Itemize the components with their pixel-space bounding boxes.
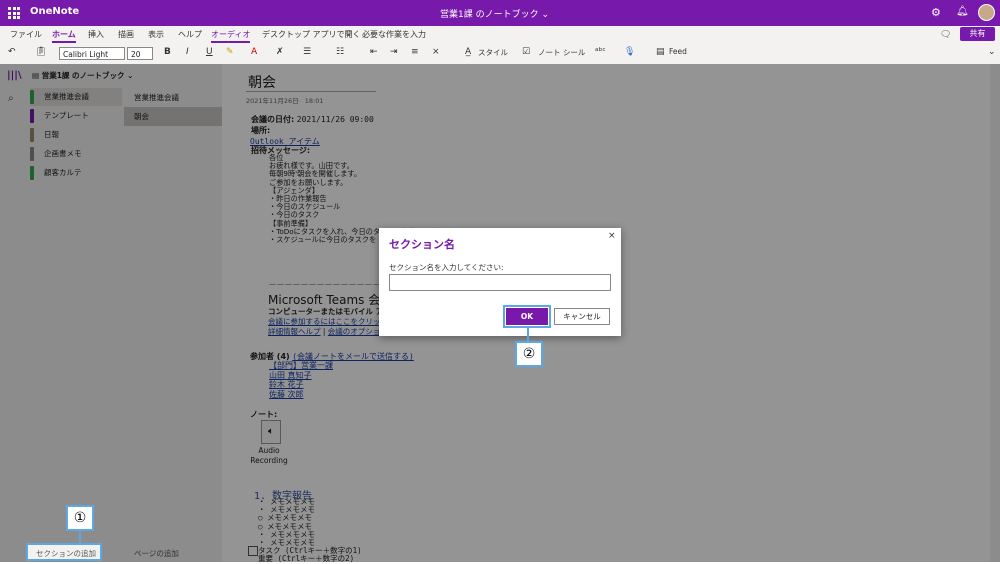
clear-format-icon[interactable]: ✗ bbox=[276, 47, 284, 57]
indent-icon[interactable]: ⇥ bbox=[390, 47, 398, 57]
bold-button[interactable]: B bbox=[164, 47, 171, 57]
feed-button[interactable]: Feed bbox=[669, 47, 687, 56]
feed-icon[interactable]: ▤ bbox=[656, 47, 665, 57]
tab-home[interactable]: ホーム bbox=[52, 29, 76, 43]
number-list-icon[interactable]: ☷ bbox=[336, 47, 344, 57]
highlight-icon[interactable]: ✎ bbox=[226, 47, 234, 57]
ok-highlight-box bbox=[503, 305, 551, 328]
tags-button[interactable]: ノート シール bbox=[538, 47, 585, 58]
font-color-icon[interactable]: A bbox=[251, 47, 257, 57]
tag-checkbox-icon[interactable]: ☑ bbox=[522, 47, 530, 57]
dialog-prompt: セクション名を入力してください: bbox=[389, 263, 504, 272]
delete-icon[interactable]: ⨯ bbox=[432, 47, 440, 57]
lightbulb-icon: 💡︎ bbox=[346, 29, 352, 38]
paste-icon[interactable]: 📋︎ bbox=[35, 47, 46, 57]
bullet-list-icon[interactable]: ☰ bbox=[303, 47, 311, 57]
avatar[interactable] bbox=[978, 4, 995, 21]
outdent-icon[interactable]: ⇤ bbox=[370, 47, 378, 57]
tell-me-input[interactable]: 必要な作業を入力 bbox=[362, 29, 426, 40]
app-launcher-icon[interactable] bbox=[8, 7, 20, 19]
close-icon[interactable]: × bbox=[608, 231, 616, 241]
app-name[interactable]: OneNote bbox=[30, 6, 79, 17]
spelling-icon[interactable]: ᵃᵇᶜ bbox=[595, 47, 606, 57]
font-name-select[interactable]: Calibri Light bbox=[59, 47, 125, 60]
tab-audio[interactable]: オーディオ bbox=[211, 29, 251, 43]
tab-file[interactable]: ファイル bbox=[10, 29, 42, 40]
font-size-select[interactable]: 20 bbox=[127, 47, 153, 60]
section-name-input[interactable] bbox=[389, 274, 611, 291]
notebook-title-text: 営業1課 のノートブック bbox=[440, 10, 539, 20]
chevron-down-icon[interactable]: ⌄ bbox=[988, 47, 996, 57]
underline-button[interactable]: U bbox=[206, 47, 213, 57]
callout-badge-1: ① bbox=[66, 505, 94, 531]
align-icon[interactable]: ≡ bbox=[411, 47, 419, 57]
bell-icon[interactable]: 🔔︎ bbox=[956, 6, 969, 17]
share-button[interactable]: 共有 bbox=[960, 27, 995, 41]
dictate-icon[interactable]: 🎙︎ bbox=[624, 47, 635, 57]
cancel-button[interactable]: キャンセル bbox=[554, 308, 610, 325]
tab-view[interactable]: 表示 bbox=[148, 29, 164, 40]
styles-button[interactable]: スタイル bbox=[478, 47, 508, 58]
comment-icon[interactable]: 🗨 bbox=[940, 30, 951, 40]
callout-badge-2: ② bbox=[515, 341, 543, 367]
dialog-title: セクション名 bbox=[389, 238, 455, 251]
callout-stem bbox=[79, 529, 81, 543]
callout-stem bbox=[527, 328, 529, 341]
tab-draw[interactable]: 描画 bbox=[118, 29, 134, 40]
undo-icon[interactable]: ↶ bbox=[8, 47, 16, 57]
tab-help[interactable]: ヘルプ bbox=[178, 29, 202, 40]
gear-icon[interactable]: ⚙ bbox=[931, 6, 941, 19]
tab-insert[interactable]: 挿入 bbox=[88, 29, 104, 40]
styles-icon[interactable]: A̲ bbox=[465, 47, 471, 57]
title-bar: OneNote 営業1課 のノートブック ⌄ ⚙ 🔔︎ bbox=[0, 0, 1000, 26]
callout-highlight-box bbox=[26, 543, 102, 561]
ribbon-tabs: ファイル ホーム 挿入 描画 表示 ヘルプ オーディオ デスクトップ アプリで開… bbox=[0, 26, 1000, 44]
section-name-dialog: セクション名 × セクション名を入力してください: OK キャンセル bbox=[379, 228, 621, 336]
notebook-title[interactable]: 営業1課 のノートブック ⌄ bbox=[440, 7, 549, 20]
chevron-down-icon: ⌄ bbox=[541, 10, 550, 20]
italic-button[interactable]: I bbox=[186, 47, 189, 57]
